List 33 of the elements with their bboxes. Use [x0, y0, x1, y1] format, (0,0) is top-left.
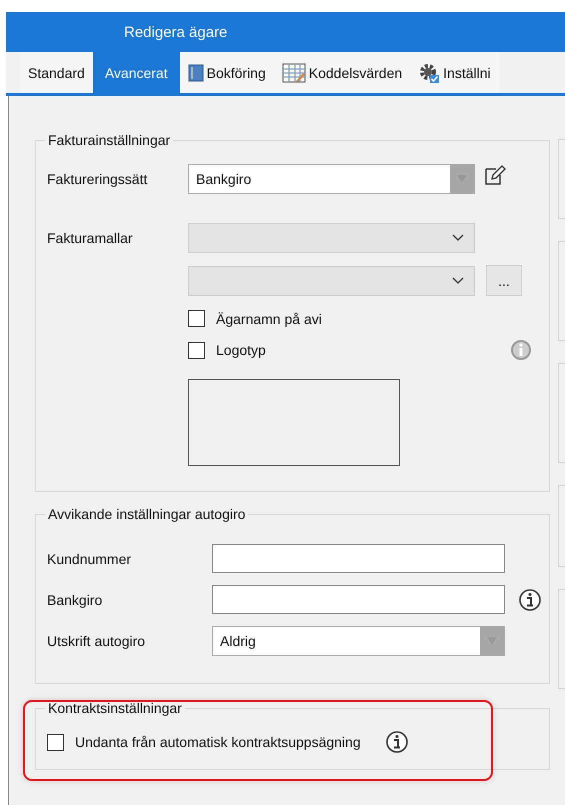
chevron-down-icon [452, 276, 464, 284]
info-icon[interactable] [518, 588, 542, 612]
window-title: Redigera ägare [124, 24, 228, 40]
field-label: Bankgiro [47, 592, 104, 608]
checkbox[interactable] [188, 310, 205, 327]
grid-icon [282, 62, 306, 82]
field-label: Utskrift autogiro [47, 633, 146, 649]
checkbox-label: Undanta från automatisk kontraktsuppsägning [75, 734, 361, 750]
group-title: Fakturainställningar [47, 132, 172, 148]
checkbox[interactable] [188, 342, 205, 358]
field-label: Faktureringssätt [47, 171, 148, 187]
tab[interactable]: Bokföring [180, 52, 274, 93]
edit-icon[interactable] [484, 164, 506, 186]
group-title: Avvikande inställningar autogiro [47, 506, 246, 522]
dropdown[interactable]: Bankgiro [188, 164, 475, 194]
group-title: Kontraktsinställningar [47, 700, 183, 716]
checkbox[interactable] [47, 734, 64, 750]
browse-button[interactable]: ... [486, 265, 522, 296]
checkbox-label: Logotyp [216, 342, 266, 358]
tab[interactable]: Koddelsvärden [274, 52, 410, 93]
info-icon[interactable] [384, 730, 409, 754]
tab[interactable]: Avancerat [92, 52, 180, 93]
input-field[interactable] [212, 544, 505, 573]
field-label: Fakturamallar [47, 230, 134, 246]
gear-icon [418, 62, 440, 84]
tab[interactable]: Standard [20, 52, 93, 93]
tab[interactable]: Inställni [410, 52, 499, 93]
dropdown[interactable]: Aldrig [212, 626, 505, 656]
checkbox-label: Ägarnamn på avi [216, 310, 322, 326]
chevron-down-icon [452, 234, 464, 242]
input-field[interactable] [212, 585, 505, 614]
book-icon [188, 64, 204, 82]
field-label: Kundnummer [47, 550, 132, 566]
